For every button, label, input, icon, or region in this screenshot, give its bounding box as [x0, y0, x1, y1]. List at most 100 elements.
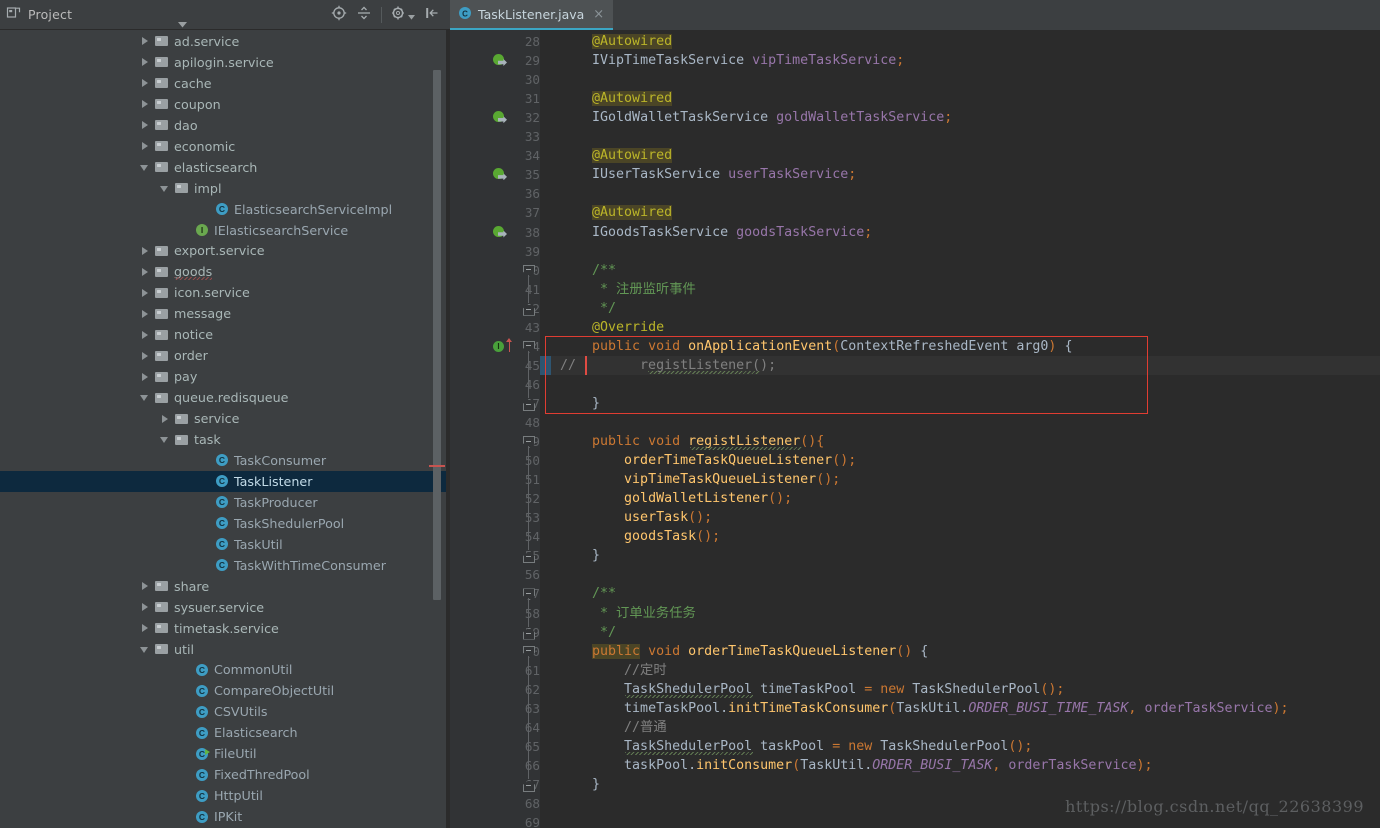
- tree-item-httputil[interactable]: HttpUtil: [0, 785, 449, 806]
- chevron-right-icon[interactable]: [140, 329, 151, 340]
- error-stripe-marker: [429, 465, 445, 468]
- code-token: /**: [592, 263, 616, 278]
- hide-panel-icon[interactable]: [424, 5, 440, 25]
- locate-target-icon[interactable]: [331, 5, 347, 25]
- tree-item-sysuer-service[interactable]: sysuer.service: [0, 597, 449, 618]
- chevron-right-icon[interactable]: [160, 413, 171, 424]
- tree-item-elasticsearch[interactable]: elasticsearch: [0, 157, 449, 178]
- chevron-down-icon[interactable]: [140, 162, 151, 173]
- code-fold-collapse-icon[interactable]: [523, 303, 534, 314]
- tree-item-fixedthredpool[interactable]: FixedThredPool: [0, 764, 449, 785]
- editor-code-area[interactable]: @Autowired IVipTimeTaskService vipTimeTa…: [540, 30, 1380, 828]
- tree-item-elasticsearchserviceimpl[interactable]: ElasticsearchServiceImpl: [0, 199, 449, 220]
- tree-item-apilogin-service[interactable]: apilogin.service: [0, 52, 449, 73]
- chevron-right-icon[interactable]: [140, 308, 151, 319]
- folder-icon: [154, 285, 170, 301]
- tree-item-taskshedulerpool[interactable]: TaskShedulerPool: [0, 513, 449, 534]
- code-token: onApplicationEvent: [688, 339, 832, 354]
- tree-item-coupon[interactable]: coupon: [0, 94, 449, 115]
- code-token: [560, 225, 592, 240]
- code-token: goodsTaskService: [736, 225, 864, 240]
- chevron-right-icon[interactable]: [140, 623, 151, 634]
- chevron-right-icon[interactable]: [140, 120, 151, 131]
- chevron-right-icon[interactable]: [140, 602, 151, 613]
- tree-item-label: export.service: [174, 243, 265, 258]
- tree-item-message[interactable]: message: [0, 303, 449, 324]
- chevron-right-icon[interactable]: [140, 36, 151, 47]
- tree-item-share[interactable]: share: [0, 576, 449, 597]
- tree-item-label: order: [174, 348, 208, 363]
- chevron-down-icon[interactable]: [160, 434, 171, 445]
- collapse-all-icon[interactable]: [356, 5, 372, 25]
- tree-item-ad-service[interactable]: ad.service: [0, 31, 449, 52]
- code-token: ContextRefreshedEvent: [840, 339, 1008, 354]
- chevron-right-icon[interactable]: [140, 99, 151, 110]
- code-editor[interactable]: 2829303132333435363738394041424344454647…: [450, 30, 1380, 828]
- run-gutter-icon[interactable]: [493, 110, 509, 126]
- tree-item-order[interactable]: order: [0, 345, 449, 366]
- tree-item-taskwithtimeconsumer[interactable]: TaskWithTimeConsumer: [0, 555, 449, 576]
- code-fold-collapse-icon[interactable]: [523, 550, 534, 561]
- tree-item-fileutil[interactable]: FileUtil: [0, 743, 449, 764]
- code-token: [560, 91, 592, 106]
- tree-item-taskutil[interactable]: TaskUtil: [0, 534, 449, 555]
- chevron-right-icon[interactable]: [140, 266, 151, 277]
- project-panel-header[interactable]: Project: [0, 0, 450, 30]
- tree-item-taskconsumer[interactable]: TaskConsumer: [0, 450, 449, 471]
- chevron-right-icon[interactable]: [140, 371, 151, 382]
- tree-item-impl[interactable]: impl: [0, 178, 449, 199]
- tree-item-tasklistener[interactable]: TaskListener: [0, 471, 449, 492]
- project-tree-scrollbar[interactable]: [433, 70, 441, 600]
- close-icon[interactable]: ×: [593, 8, 604, 21]
- chevron-right-icon[interactable]: [140, 57, 151, 68]
- tree-item-export-service[interactable]: export.service: [0, 241, 449, 262]
- gear-dropdown-caret-icon[interactable]: [408, 5, 415, 24]
- run-gutter-icon[interactable]: [493, 225, 509, 241]
- tree-item-csvutils[interactable]: CSVUtils: [0, 701, 449, 722]
- settings-gear-icon[interactable]: [391, 5, 407, 25]
- code-token: * 注册监听事件: [600, 282, 696, 297]
- toolbar-divider: [381, 7, 382, 23]
- tree-item-commonutil[interactable]: CommonUtil: [0, 660, 449, 681]
- editor-tab-tasklistener[interactable]: C TaskListener.java ×: [450, 0, 613, 30]
- tree-item-label: service: [194, 411, 239, 426]
- tree-item-util[interactable]: util: [0, 639, 449, 660]
- tree-item-ielasticsearchservice[interactable]: IElasticsearchService: [0, 220, 449, 241]
- tree-item-economic[interactable]: economic: [0, 136, 449, 157]
- tree-item-ipkit[interactable]: IPKit: [0, 806, 449, 827]
- tree-item-cache[interactable]: cache: [0, 73, 449, 94]
- code-fold-collapse-icon[interactable]: [523, 627, 534, 638]
- code-fold-collapse-icon[interactable]: [523, 779, 534, 790]
- tree-item-notice[interactable]: notice: [0, 324, 449, 345]
- tree-item-label: economic: [174, 139, 235, 154]
- run-gutter-icon[interactable]: [493, 53, 509, 69]
- inspection-squiggle: [625, 752, 753, 755]
- override-arrow-icon[interactable]: [505, 338, 514, 352]
- run-gutter-icon[interactable]: [493, 167, 509, 183]
- tree-item-task[interactable]: task: [0, 429, 449, 450]
- chevron-right-icon[interactable]: [140, 78, 151, 89]
- tree-item-dao[interactable]: dao: [0, 115, 449, 136]
- tree-item-goods[interactable]: goods: [0, 261, 449, 282]
- tree-item-timetask-service[interactable]: timetask.service: [0, 618, 449, 639]
- tree-item-elasticsearch[interactable]: Elasticsearch: [0, 722, 449, 743]
- project-tree-panel[interactable]: ad.service apilogin.servicecachecoupondao…: [0, 30, 450, 828]
- tree-item-compareobjectutil[interactable]: CompareObjectUtil: [0, 680, 449, 701]
- chevron-right-icon[interactable]: [140, 141, 151, 152]
- chevron-right-icon[interactable]: [140, 581, 151, 592]
- chevron-down-icon[interactable]: [160, 183, 171, 194]
- chevron-right-icon[interactable]: [140, 287, 151, 298]
- chevron-right-icon[interactable]: [140, 350, 151, 361]
- tree-item-service[interactable]: service: [0, 408, 449, 429]
- tree-item-taskproducer[interactable]: TaskProducer: [0, 492, 449, 513]
- tree-item-label: ad.service: [174, 34, 239, 49]
- editor-gutter[interactable]: 2829303132333435363738394041424344454647…: [450, 30, 540, 828]
- chevron-down-icon[interactable]: [140, 644, 151, 655]
- tree-item-pay[interactable]: pay: [0, 366, 449, 387]
- tree-item-icon-service[interactable]: icon.service: [0, 282, 449, 303]
- chevron-right-icon[interactable]: [140, 245, 151, 256]
- chevron-down-icon[interactable]: [140, 392, 151, 403]
- code-fold-collapse-icon[interactable]: [523, 398, 534, 409]
- folder-icon: [154, 369, 170, 385]
- tree-item-queue-redisqueue[interactable]: queue.redisqueue: [0, 387, 449, 408]
